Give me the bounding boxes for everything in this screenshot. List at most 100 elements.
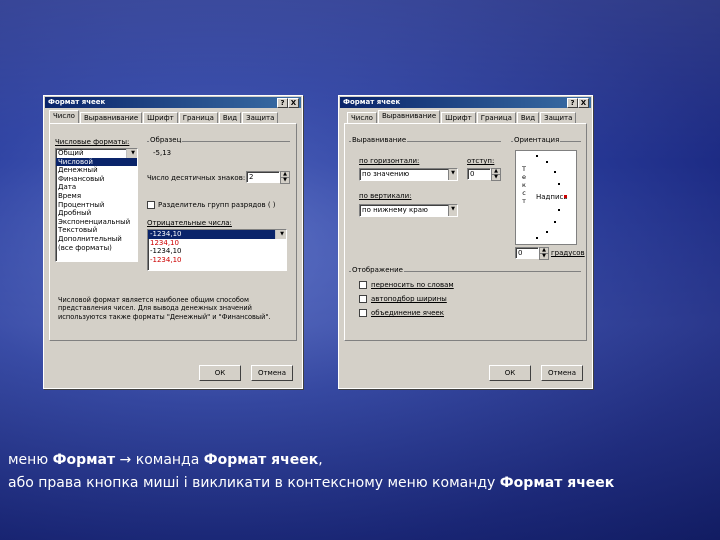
tab-pattern[interactable]: Вид	[516, 112, 540, 123]
orientation-letter: с	[522, 189, 526, 197]
list-item-selected[interactable]: -1234,10	[148, 230, 286, 239]
tab-protection[interactable]: Защита	[242, 112, 279, 123]
close-button[interactable]: X	[578, 98, 589, 108]
autofit-checkbox[interactable]	[359, 295, 367, 303]
list-item[interactable]: Текстовый	[56, 226, 137, 235]
orientation-handle[interactable]	[564, 195, 567, 198]
orientation-tick	[554, 221, 556, 223]
separator-label: Разделитель групп разрядов ( )	[158, 201, 276, 209]
tab-font[interactable]: Шрифт	[441, 112, 476, 123]
tab-protection[interactable]: Защита	[540, 112, 577, 123]
list-item[interactable]: Время	[56, 192, 137, 201]
vertical-label: по вертикали:	[359, 192, 412, 200]
orientation-letter: т	[522, 197, 526, 205]
orientation-tick	[536, 155, 538, 157]
indent-input[interactable]: 0	[467, 168, 491, 180]
tab-number[interactable]: Число	[347, 112, 377, 123]
vertical-text-orientation[interactable]: Т е к с т	[520, 165, 528, 205]
separator-checkbox[interactable]	[147, 201, 155, 209]
scrollbar[interactable]: ▲ ▼	[126, 149, 137, 158]
tab-alignment[interactable]: Выравнивание	[79, 112, 143, 123]
cancel-button[interactable]: Отмена	[251, 365, 293, 381]
indent-down-icon[interactable]: ▼	[491, 174, 501, 181]
orientation-tick	[558, 209, 560, 211]
format-description: Числовой формат является наиболее общим …	[58, 296, 271, 321]
ok-button[interactable]: ОК	[199, 365, 241, 381]
caption-text: → команда	[115, 452, 204, 468]
tab-panel: Выравнивание по горизонтали: по значению…	[344, 123, 587, 341]
tab-number[interactable]: Число	[49, 110, 79, 123]
orientation-box[interactable]: Т е к с т Надпись	[515, 150, 577, 245]
orientation-tick	[554, 171, 556, 173]
formats-list[interactable]: Общий Числовой Денежный Финансовый Дата …	[55, 148, 138, 262]
format-cells-dialog-number: Формат ячеек ? X Число Выравнивание Шриф…	[43, 95, 303, 389]
list-item[interactable]: Дата	[56, 183, 137, 192]
formats-label: Числовые форматы:	[55, 138, 130, 146]
list-item[interactable]: Денежный	[56, 166, 137, 175]
caption-bold: Формат ячеек	[499, 475, 615, 491]
dialog-title: Формат ячеек	[45, 97, 301, 108]
sample-value: -5,13	[153, 149, 172, 157]
chevron-down-icon[interactable]: ▼	[448, 205, 457, 216]
close-button[interactable]: X	[288, 98, 299, 108]
merge-label: объединение ячеек	[371, 309, 444, 317]
degrees-label: градусов	[551, 249, 585, 257]
scroll-down-icon[interactable]: ▼	[276, 230, 286, 239]
orientation-word: Надпись	[536, 193, 568, 201]
tab-strip: Число Выравнивание Шрифт Граница Вид Защ…	[347, 110, 587, 123]
help-button[interactable]: ?	[567, 98, 578, 108]
orientation-tick	[558, 183, 560, 185]
format-cells-dialog-alignment: Формат ячеек ? X Число Выравнивание Шриф…	[338, 95, 593, 389]
decimals-input[interactable]: 2	[246, 171, 280, 183]
orientation-letter: Т	[522, 165, 526, 173]
list-item[interactable]: Экспоненциальный	[56, 218, 137, 227]
caption-text: або права кнопка миші і викликати в конт…	[8, 475, 500, 491]
vertical-select[interactable]: по нижнему краю ▼	[359, 204, 458, 217]
sample-label: Образец	[149, 136, 183, 144]
chevron-down-icon[interactable]: ▼	[448, 169, 457, 180]
list-item[interactable]: -1234,10	[148, 247, 286, 256]
autofit-label: автоподбор ширины	[371, 295, 447, 303]
orient-group-label: Ориентация	[513, 136, 561, 144]
orientation-letter: е	[522, 173, 526, 181]
tab-border[interactable]: Граница	[476, 112, 516, 123]
tab-pattern[interactable]: Вид	[218, 112, 242, 123]
degrees-down-icon[interactable]: ▼	[539, 253, 549, 260]
list-item[interactable]: 1234,10	[148, 239, 286, 248]
negative-label: Отрицательные числа:	[147, 219, 232, 227]
merge-checkbox[interactable]	[359, 309, 367, 317]
scrollbar[interactable]: ▲ ▼	[275, 230, 286, 239]
list-item[interactable]: (все форматы)	[56, 244, 137, 253]
list-item[interactable]: Процентный	[56, 201, 137, 210]
horizontal-value: по значению	[362, 170, 410, 178]
horizontal-label: по горизонтали:	[359, 157, 420, 165]
decimals-label: Число десятичных знаков:	[147, 174, 246, 182]
caption-line-1: меню Формат → команда Формат ячеек,	[8, 450, 323, 470]
list-item[interactable]: Финансовый	[56, 175, 137, 184]
orientation-tick	[546, 231, 548, 233]
list-item[interactable]: Общий	[56, 149, 137, 158]
list-item[interactable]: -1234,10	[148, 256, 286, 265]
degrees-input[interactable]: 0	[515, 247, 539, 259]
orientation-tick	[536, 237, 538, 239]
orientation-tick	[546, 161, 548, 163]
tab-border[interactable]: Граница	[178, 112, 218, 123]
caption-line-2: або права кнопка миші і викликати в конт…	[8, 473, 614, 493]
wrap-checkbox[interactable]	[359, 281, 367, 289]
list-item-selected[interactable]: Числовой	[56, 157, 137, 167]
tab-alignment[interactable]: Выравнивание	[377, 110, 441, 123]
display-group-label: Отображение	[351, 266, 404, 274]
cancel-button[interactable]: Отмена	[541, 365, 583, 381]
horizontal-select[interactable]: по значению ▼	[359, 168, 458, 181]
list-item[interactable]: Дробный	[56, 209, 137, 218]
help-button[interactable]: ?	[277, 98, 288, 108]
ok-button[interactable]: ОК	[489, 365, 531, 381]
list-item[interactable]: Дополнительный	[56, 235, 137, 244]
negative-list[interactable]: -1234,10 1234,10 -1234,10 -1234,10 ▲ ▼	[147, 229, 287, 271]
tab-panel: Числовые форматы: Общий Числовой Денежны…	[49, 123, 297, 341]
scroll-down-icon[interactable]: ▼	[127, 149, 137, 158]
caption-text: меню	[8, 452, 53, 468]
decimals-down-icon[interactable]: ▼	[280, 177, 290, 184]
tab-font[interactable]: Шрифт	[143, 112, 178, 123]
dialog-title: Формат ячеек	[340, 97, 591, 108]
